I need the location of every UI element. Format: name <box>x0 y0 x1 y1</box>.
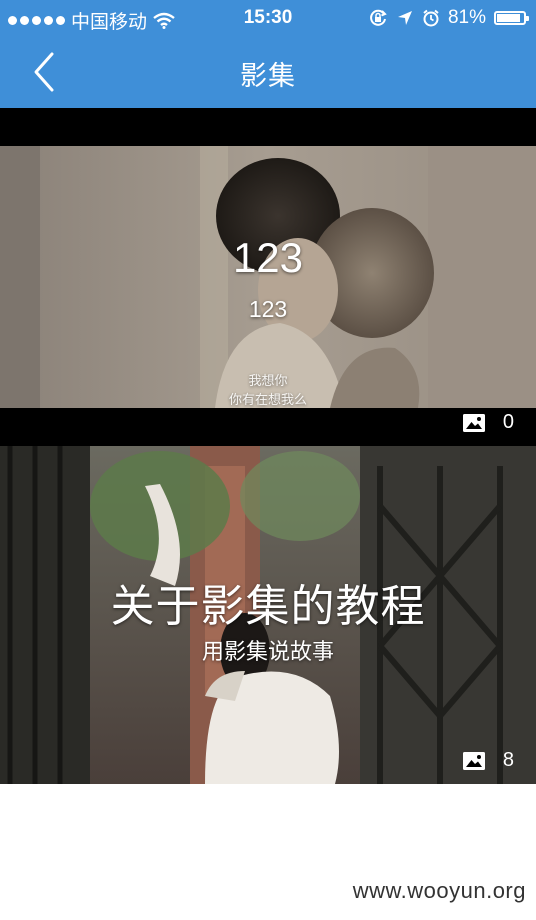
battery-icon <box>494 11 529 25</box>
page-title: 影集 <box>240 61 296 91</box>
status-bar: 中国移动 15:30 81% <box>0 0 536 36</box>
album-card[interactable]: 123 123 我想你 你有在想我么 0 <box>0 108 536 446</box>
navigation-bar: 影集 <box>0 36 536 108</box>
location-arrow-icon <box>397 11 412 25</box>
photo-count-value: 8 <box>502 749 514 771</box>
album-card[interactable]: 关于影集的教程 用影集说故事 8 <box>0 446 536 784</box>
photo-count: 8 <box>462 749 514 772</box>
alarm-icon <box>423 9 439 27</box>
watermark: www.wooyun.org <box>352 878 526 903</box>
photo-count-value: 0 <box>502 411 514 433</box>
album-caption: 你有在想我么 <box>228 392 307 407</box>
status-right: 81% <box>368 7 529 29</box>
album-caption: 我想你 <box>248 373 288 388</box>
orientation-lock-icon <box>370 9 387 26</box>
album-title: 123 <box>232 234 304 281</box>
album-title: 关于影集的教程 <box>110 582 426 631</box>
photo-count: 0 <box>462 411 514 434</box>
battery-percent: 81% <box>447 7 486 28</box>
image-icon <box>462 413 485 432</box>
album-subtitle: 123 <box>248 296 288 322</box>
image-icon <box>462 751 485 770</box>
album-subtitle: 用影集说故事 <box>201 639 334 664</box>
